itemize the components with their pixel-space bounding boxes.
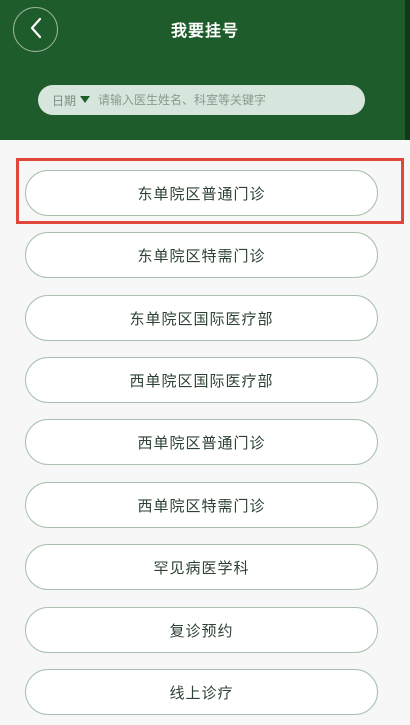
header-bar: 我要挂号 日期 — [0, 0, 410, 140]
page-title: 我要挂号 — [170, 21, 239, 40]
date-filter-label[interactable]: 日期 — [52, 92, 76, 109]
department-item[interactable]: 西单院区国际医疗部 — [25, 357, 378, 403]
search-bar: 日期 — [38, 85, 365, 115]
department-item[interactable]: 东单院区普通门诊 — [25, 170, 378, 216]
department-item[interactable]: 东单院区特需门诊 — [25, 232, 378, 278]
department-item[interactable]: 西单院区普通门诊 — [25, 419, 378, 465]
caret-down-icon[interactable] — [80, 96, 94, 104]
department-item[interactable]: 罕见病医学科 — [25, 544, 378, 590]
department-item[interactable]: 复诊预约 — [25, 607, 378, 653]
department-item[interactable]: 东单院区国际医疗部 — [25, 295, 378, 341]
department-item[interactable]: 西单院区特需门诊 — [25, 482, 378, 528]
edge-divider — [405, 0, 410, 140]
department-list: 东单院区普通门诊 东单院区特需门诊 东单院区国际医疗部 西单院区国际医疗部 西单… — [0, 140, 410, 725]
search-input[interactable] — [98, 93, 349, 107]
department-item[interactable]: 线上诊疗 — [25, 669, 378, 715]
